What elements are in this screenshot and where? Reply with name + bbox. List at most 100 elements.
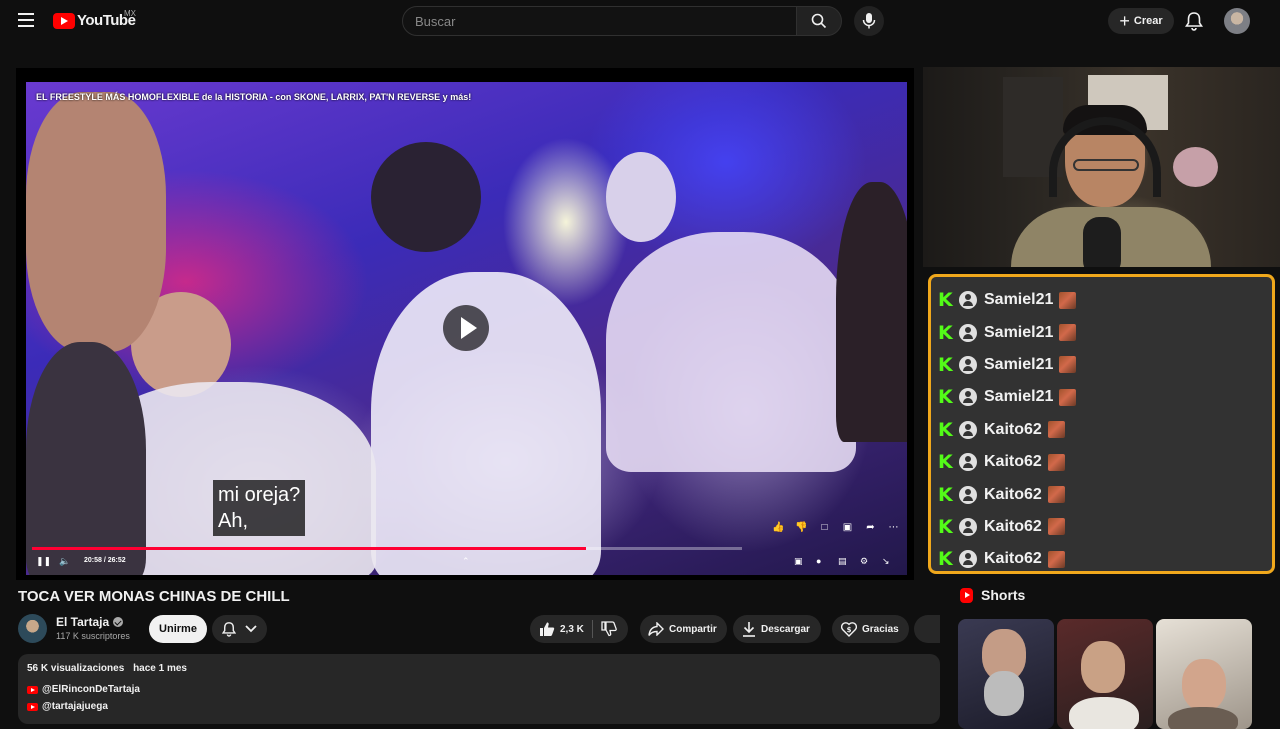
chat-icon[interactable]: ▣	[840, 520, 855, 535]
shorts-icon	[960, 587, 973, 603]
video-frame-person	[371, 142, 481, 252]
notifications-button[interactable]	[1185, 11, 1203, 36]
upload-age: hace 1 mes	[133, 663, 187, 674]
share-button[interactable]: Compartir	[640, 615, 727, 643]
chat-username[interactable]: Samiel21	[984, 324, 1053, 342]
emote-icon	[1047, 453, 1065, 471]
share-icon[interactable]: ➦	[863, 520, 878, 535]
link-text[interactable]: @tartajajuega	[42, 701, 108, 712]
masthead: YouTube MX + Crear	[0, 0, 1280, 42]
youtube-icon	[27, 702, 38, 711]
svg-text:$: $	[847, 626, 852, 634]
user-icon	[959, 291, 977, 310]
link-text[interactable]: @ElRinconDeTartaja	[42, 684, 140, 695]
video-title: TOCA VER MONAS CHINAS DE CHILL	[18, 588, 290, 605]
search-button[interactable]	[796, 6, 842, 36]
progress-fill	[32, 547, 586, 550]
volume-icon[interactable]: 🔈	[59, 556, 70, 567]
more-actions-button[interactable]	[914, 615, 940, 643]
user-icon	[959, 453, 977, 472]
chat-username[interactable]: Samiel21	[984, 291, 1053, 309]
shorts-heading: Shorts	[981, 587, 1026, 603]
caption-line: mi oreja?	[218, 484, 301, 506]
create-button[interactable]: + Crear	[1108, 8, 1174, 34]
video-frame-person	[606, 232, 856, 472]
channel-name[interactable]: El Tartaja	[56, 615, 109, 629]
chat-overlay: K Samiel21 K Samiel21 K Samiel21 K Samiel21 K Kai…	[928, 274, 1275, 574]
like-button[interactable]	[539, 621, 555, 637]
kick-badge-icon: K	[938, 321, 953, 344]
streamer-microphone	[1083, 217, 1121, 267]
video-frame-person	[836, 182, 907, 442]
download-icon	[742, 621, 756, 637]
emote-icon	[1047, 550, 1065, 568]
exit-fullscreen-icon[interactable]: ↘	[882, 556, 890, 567]
chat-message: K Kaito62	[931, 414, 1272, 446]
verified-icon	[113, 617, 124, 627]
kick-badge-icon: K	[938, 289, 953, 312]
chat-message: K Kaito62	[931, 446, 1272, 478]
background-figure	[1173, 147, 1218, 187]
thumbs-down-icon	[601, 621, 617, 637]
short-thumbnail[interactable]	[1057, 619, 1153, 729]
microphone-icon	[862, 13, 876, 29]
chat-username[interactable]: Kaito62	[984, 421, 1042, 439]
dislike-icon[interactable]: 👎	[794, 520, 809, 535]
like-count[interactable]: 2,3 K	[560, 624, 584, 635]
channel-avatar[interactable]	[18, 614, 47, 643]
chat-username[interactable]: Kaito62	[984, 518, 1042, 536]
chat-message: K Samiel21	[931, 349, 1272, 381]
chat-username[interactable]: Kaito62	[984, 486, 1042, 504]
join-button[interactable]: Unirme	[149, 615, 207, 643]
thanks-label: Gracias	[862, 623, 899, 635]
description-box[interactable]: 56 K visualizaciones hace 1 mes @ElRinco…	[18, 654, 940, 724]
video-frame-person	[26, 92, 166, 352]
video-overlay-title: EL FREESTYLE MÁS HOMOFLEXIBLE de la HIST…	[36, 92, 472, 102]
short-thumbnail[interactable]	[958, 619, 1054, 729]
autoplay-icon[interactable]: ●	[816, 556, 821, 566]
chat-username[interactable]: Samiel21	[984, 356, 1053, 374]
subscription-bell-button[interactable]	[212, 615, 267, 643]
pause-icon[interactable]: ❚❚	[36, 556, 51, 567]
thanks-button[interactable]: $ Gracias	[832, 615, 909, 643]
account-avatar[interactable]	[1224, 8, 1250, 34]
chat-username[interactable]: Kaito62	[984, 550, 1042, 568]
dislike-button[interactable]	[601, 621, 617, 637]
thanks-heart-icon: $	[841, 621, 857, 637]
chat-message: K Kaito62	[931, 511, 1272, 543]
user-icon	[959, 485, 977, 504]
like-divider	[591, 620, 593, 638]
chat-username[interactable]: Kaito62	[984, 453, 1042, 471]
kick-badge-icon: K	[938, 386, 953, 409]
user-icon	[959, 517, 977, 536]
channel-name-row[interactable]: El Tartaja	[56, 615, 124, 629]
description-link[interactable]: @ElRinconDeTartaja	[27, 684, 140, 695]
video-frame-person	[606, 152, 676, 242]
subtitles-icon[interactable]: ▤	[838, 556, 847, 567]
short-thumbnail[interactable]	[1156, 619, 1252, 729]
menu-icon[interactable]	[18, 13, 34, 27]
voice-search-button[interactable]	[854, 6, 884, 36]
description-link[interactable]: @tartajajuega	[27, 701, 108, 712]
short-person	[1182, 659, 1226, 711]
settings-icon[interactable]: ⚙	[860, 556, 868, 567]
miniplayer-icon[interactable]: ▣	[794, 556, 803, 567]
emote-icon	[1059, 324, 1077, 342]
search-input[interactable]	[403, 7, 796, 35]
glasses	[1073, 159, 1139, 171]
bell-icon	[1185, 12, 1203, 31]
play-button[interactable]	[443, 305, 489, 351]
chevron-up-icon[interactable]: ⌃	[462, 556, 470, 567]
short-shirt	[1069, 697, 1139, 729]
plus-icon: +	[1119, 11, 1130, 31]
description-meta: 56 K visualizaciones hace 1 mes	[27, 663, 193, 674]
chat-username[interactable]: Samiel21	[984, 388, 1053, 406]
download-label: Descargar	[761, 623, 810, 635]
download-button[interactable]: Descargar	[733, 615, 821, 643]
like-icon[interactable]: 👍	[771, 520, 786, 535]
video-player[interactable]: EL FREESTYLE MÁS HOMOFLEXIBLE de la HIST…	[26, 82, 907, 575]
overlay-actions: 👍 👎 □ ▣ ➦ ⋯	[771, 520, 901, 535]
more-icon[interactable]: ⋯	[886, 520, 901, 535]
progress-bar[interactable]	[32, 547, 742, 550]
comment-icon[interactable]: □	[817, 520, 832, 535]
